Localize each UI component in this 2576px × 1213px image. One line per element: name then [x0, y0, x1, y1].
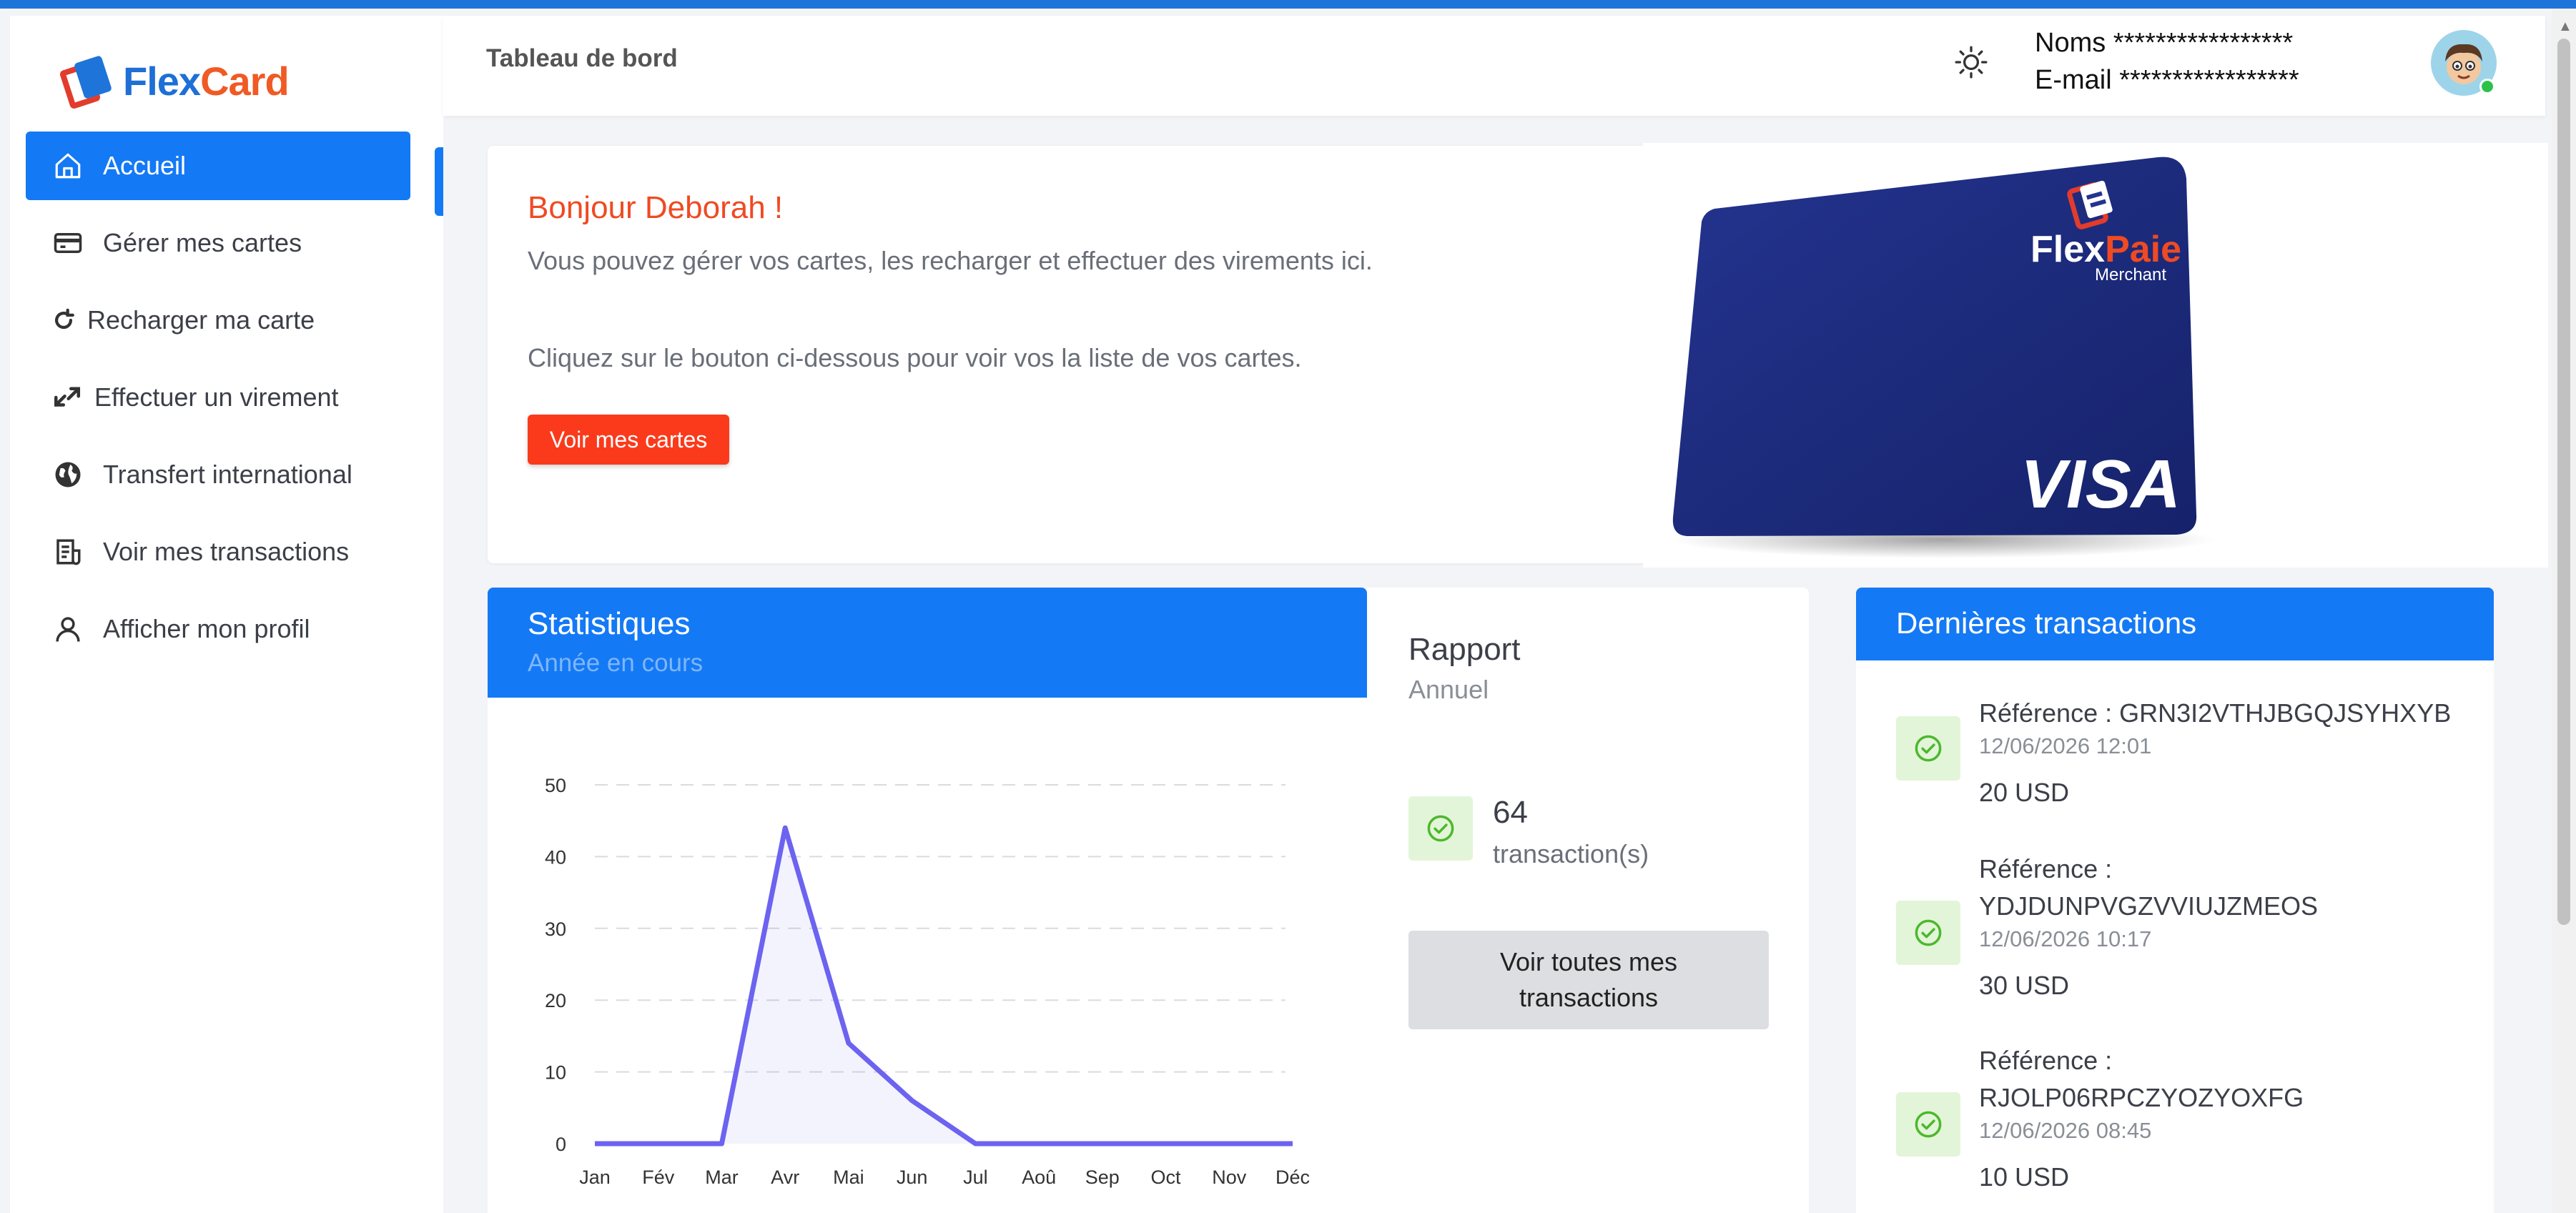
active-nav-indicator [435, 147, 443, 216]
transaction-unit: transaction(s) [1493, 839, 1649, 868]
monthly-chart: 0 10 20 30 40 50 Jan Fév Mar Avr Mai Jun Jul Aoû Sep Oc… [545, 775, 1310, 1188]
visa-logo: VISA [2020, 446, 2181, 523]
sidebar-item-label: Gérer mes cartes [103, 228, 302, 257]
sidebar-item-label: Voir mes transactions [103, 537, 350, 566]
flexcard-logo-icon [59, 53, 113, 110]
transaction-amount: 20 USD [1979, 778, 2070, 807]
sidebar-item-transactions[interactable]: Voir mes transactions [26, 518, 410, 586]
sidebar-nav: Accueil Gérer mes cartes Recharger ma ca… [26, 132, 410, 672]
y-tick-label: 0 [556, 1134, 566, 1155]
report-title: Rapport [1408, 632, 1521, 667]
transfer-arrows-icon [51, 381, 83, 414]
stats-panel: Statistiques Année en cours 0 10 20 30 40 50 J… [488, 588, 1367, 1213]
x-tick-label: Jun [897, 1167, 928, 1188]
x-tick-label: Oct [1151, 1167, 1182, 1188]
user-icon [51, 613, 84, 645]
transaction-date: 12/06/2026 08:45 [1979, 1118, 2152, 1143]
x-tick-label: Avr [771, 1167, 799, 1188]
app-logo[interactable]: FlexCard [59, 53, 290, 110]
series-line [595, 825, 1293, 1147]
x-tick-label: Déc [1275, 1167, 1310, 1188]
scroll-up-icon[interactable]: ▲ [2558, 19, 2572, 35]
x-tick-label: Mar [705, 1167, 739, 1188]
theme-toggle-sun-icon[interactable] [1953, 44, 1989, 80]
sidebar-item-label: Transfert international [103, 460, 352, 489]
transaction-amount: 10 USD [1979, 1162, 2070, 1192]
card-tier: Merchant [2095, 265, 2166, 284]
sidebar-item-accueil[interactable]: Accueil [26, 132, 410, 200]
user-name: Noms ***************** [2035, 28, 2294, 58]
logo-text: FlexCard [123, 58, 290, 104]
sidebar-item-label: Effectuer un virement [94, 382, 339, 412]
scrollbar-thumb[interactable] [2557, 39, 2570, 925]
latest-transactions-panel: Dernières transactions Référence : GRN3I… [1856, 588, 2494, 1213]
x-tick-label: Jul [963, 1167, 988, 1188]
refresh-icon [51, 304, 76, 337]
user-email: E-mail ***************** [2035, 65, 2299, 95]
stats-title: Statistiques [528, 606, 691, 641]
y-tick-label: 50 [545, 775, 566, 796]
x-tick-label: Mai [833, 1167, 864, 1188]
page-scrollbar[interactable]: ▲ [2552, 9, 2576, 1213]
welcome-instruction: Cliquez sur le bouton ci-dessous pour vo… [528, 343, 1302, 372]
stats-header: Statistiques Année en cours [488, 588, 1367, 698]
transactions-header: Dernières transactions [1856, 588, 2494, 660]
home-icon [51, 149, 84, 182]
x-tick-label: Jan [579, 1167, 611, 1188]
online-status-dot [2479, 79, 2495, 94]
stats-subtitle: Année en cours [528, 649, 704, 677]
y-tick-label: 20 [545, 990, 566, 1011]
transaction-date: 12/06/2026 10:17 [1979, 926, 2152, 951]
top-header: Tableau de bord Noms ***************** E… [443, 16, 2545, 116]
check-circle-icon [1896, 1092, 1960, 1157]
transaction-amount: 30 USD [1979, 971, 2070, 1000]
report-panel: Rapport Annuel 64 transaction(s) Voir to… [1367, 588, 1809, 1213]
card-illustration: FlexPaie Merchant VISA [1643, 143, 2548, 568]
sidebar-item-profil[interactable]: Afficher mon profil [26, 595, 410, 663]
globe-icon [51, 458, 84, 491]
sidebar-item-international[interactable]: Transfert international [26, 440, 410, 509]
transaction-reference: Référence : GRN3I2VTHJBGQJSYHXYB [1979, 698, 2452, 728]
transactions-title: Dernières transactions [1896, 606, 2197, 640]
breadcrumb: Tableau de bord [486, 44, 678, 72]
sidebar-item-recharger[interactable]: Recharger ma carte [26, 286, 410, 355]
x-tick-label: Nov [1212, 1167, 1247, 1188]
x-tick-label: Fév [642, 1167, 675, 1188]
x-tick-label: Sep [1085, 1167, 1120, 1188]
check-circle-icon [1896, 901, 1960, 965]
transaction-date: 12/06/2026 12:01 [1979, 733, 2152, 758]
check-circle-icon [1408, 796, 1473, 861]
credit-card-icon [51, 227, 84, 259]
window-top-bar [0, 0, 2576, 9]
y-tick-label: 10 [545, 1062, 566, 1084]
sidebar-item-label: Afficher mon profil [103, 614, 310, 643]
welcome-text: Vous pouvez gérer vos cartes, les rechar… [528, 246, 1373, 275]
view-all-transactions-button[interactable]: Voir toutes mes transactions [1408, 931, 1769, 1029]
area-fill [595, 828, 1293, 1144]
sidebar-item-label: Recharger ma carte [87, 305, 315, 335]
sidebar-item-virement[interactable]: Effectuer un virement [26, 363, 410, 432]
sidebar-item-label: Accueil [103, 151, 187, 180]
card-brand: FlexPaie [2030, 229, 2181, 270]
x-tick-label: Aoû [1022, 1167, 1056, 1188]
view-cards-button[interactable]: Voir mes cartes [528, 415, 729, 465]
y-tick-label: 30 [545, 919, 566, 940]
transaction-count: 64 [1493, 795, 1528, 830]
y-tick-label: 40 [545, 846, 566, 868]
user-info: Noms ***************** E-mail **********… [2035, 24, 2299, 99]
transaction-reference: Référence : YDJDUNPVGZVVIUJZMEOS [1979, 854, 2319, 921]
report-subtitle: Annuel [1408, 675, 1489, 704]
check-circle-icon [1896, 716, 1960, 781]
receipt-icon [51, 535, 84, 568]
greeting: Bonjour Deborah ! [528, 190, 784, 225]
sidebar-item-cartes[interactable]: Gérer mes cartes [26, 209, 410, 277]
transaction-reference: Référence : RJOLP06RPCZYOZYOXFG [1979, 1046, 2304, 1112]
